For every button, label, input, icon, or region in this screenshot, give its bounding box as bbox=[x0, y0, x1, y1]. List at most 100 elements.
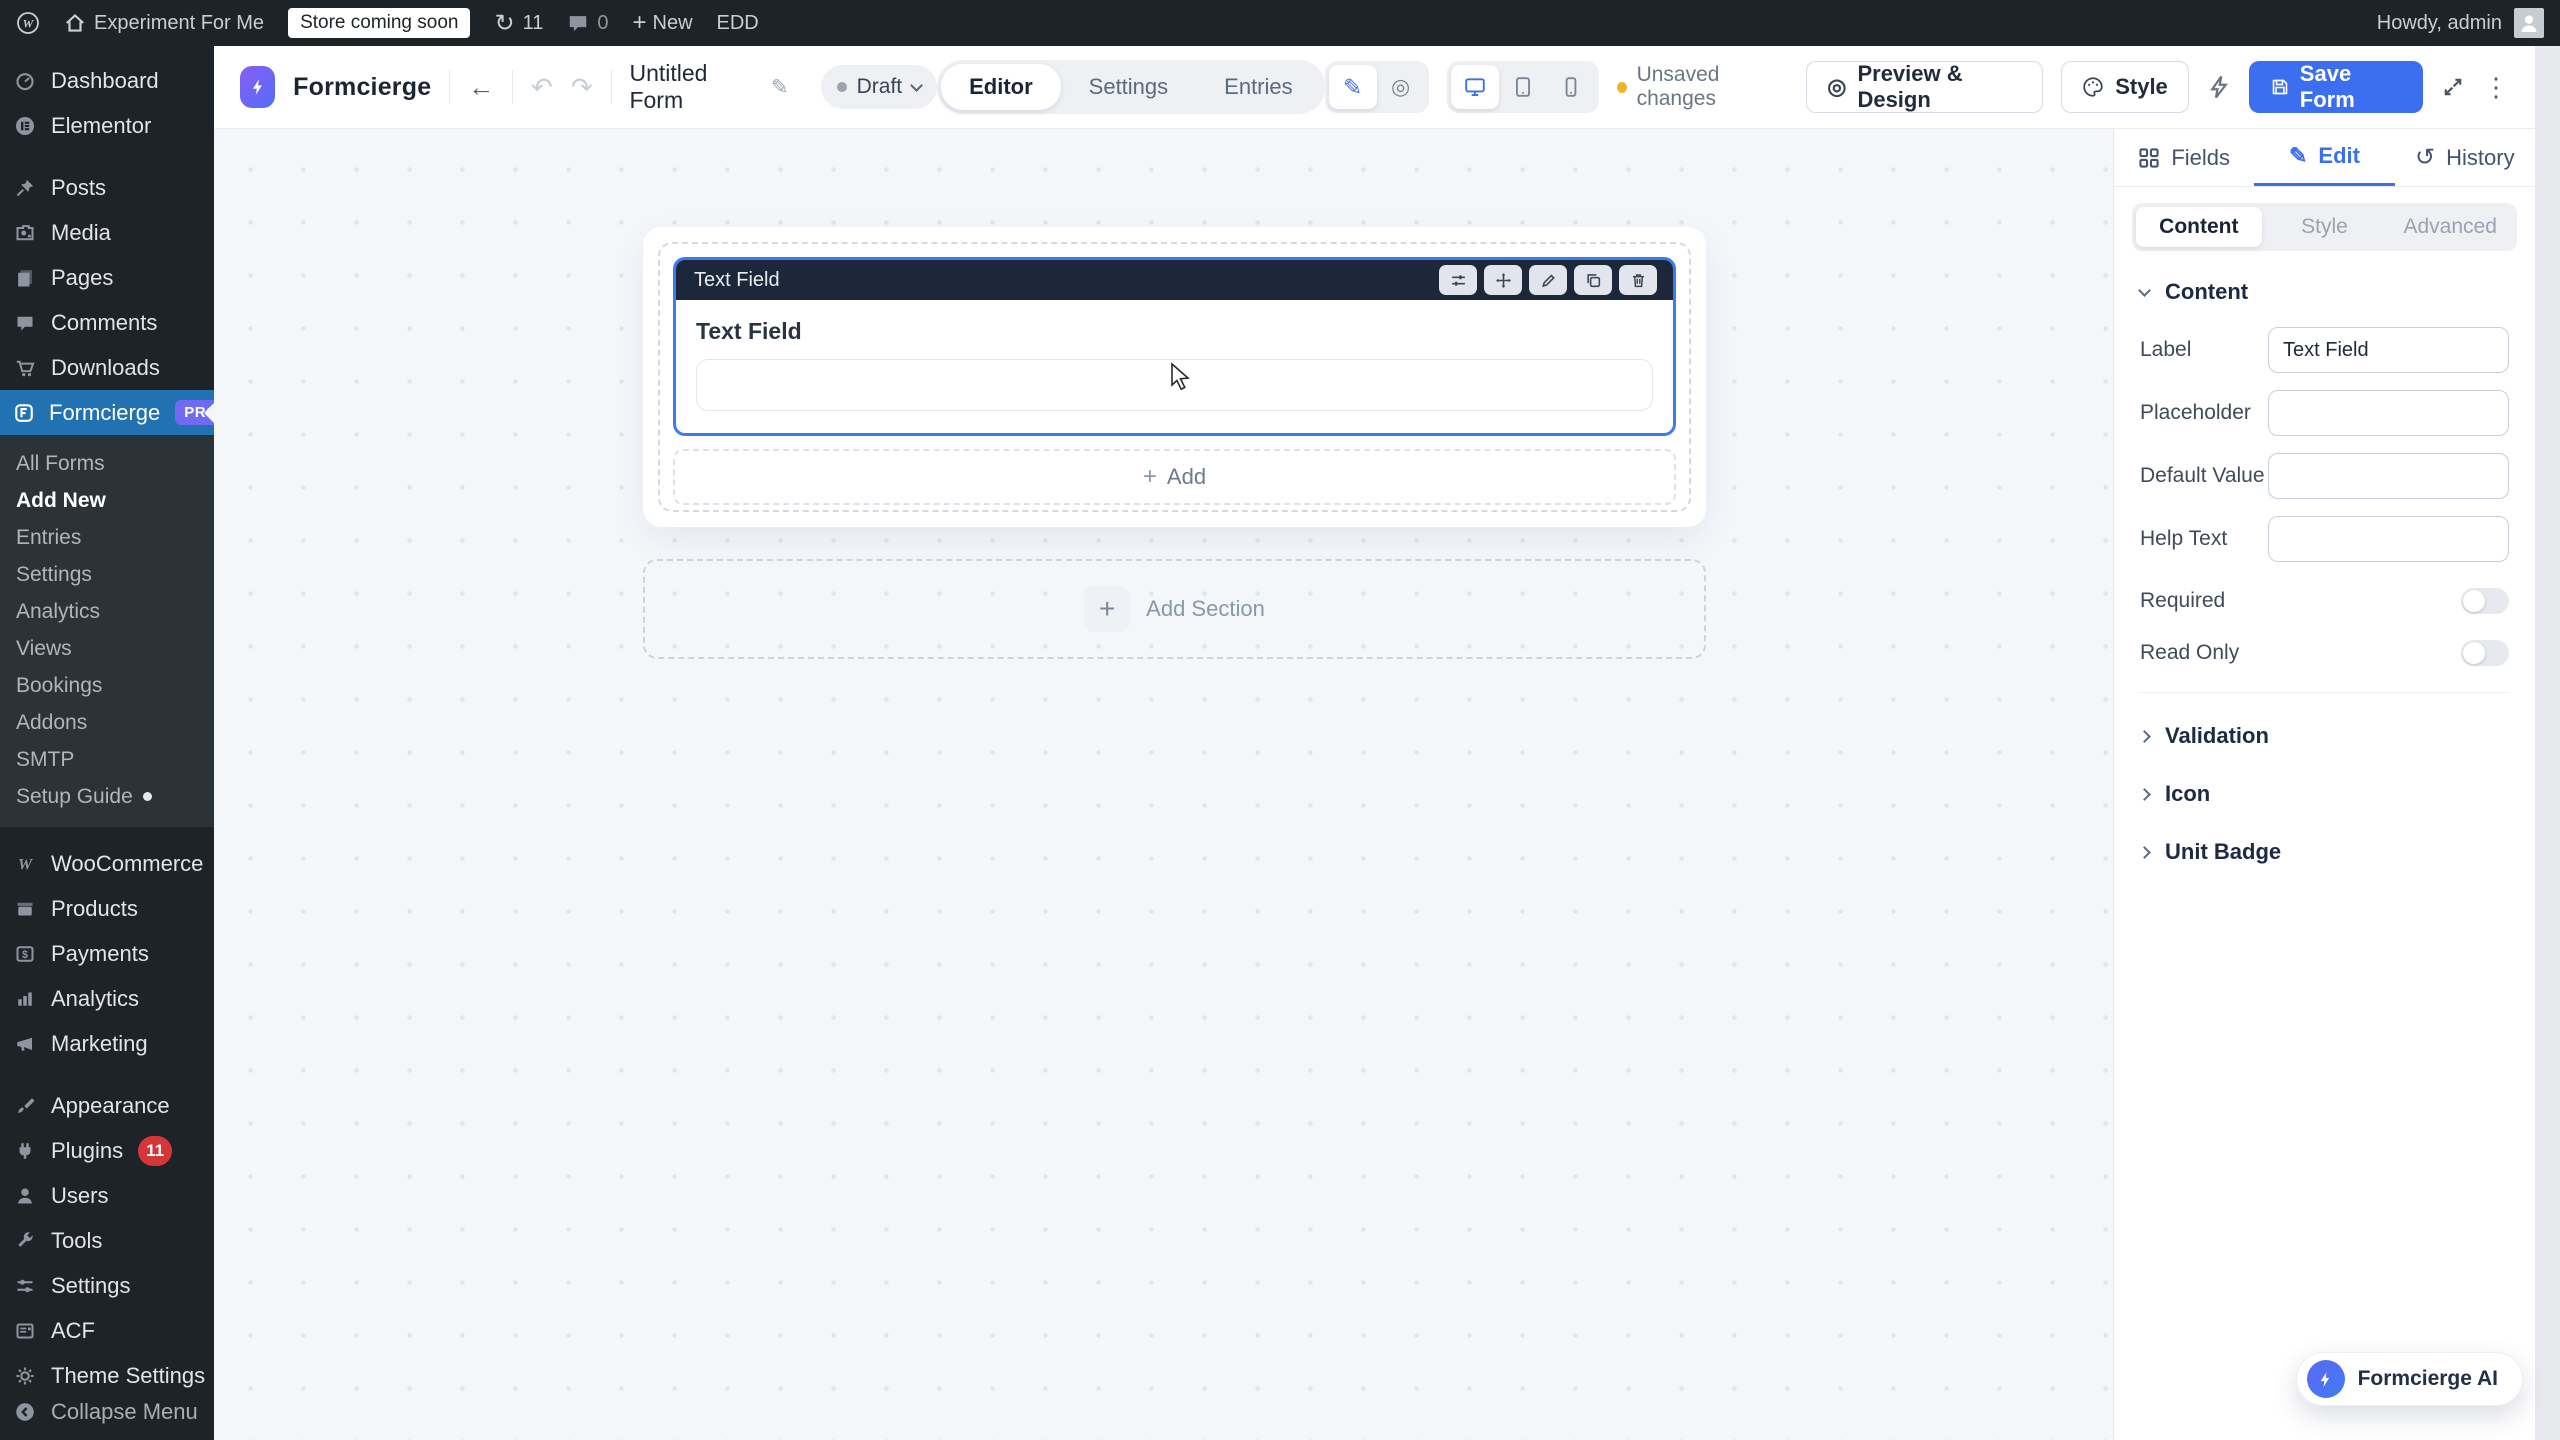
style-button[interactable]: Style bbox=[2061, 61, 2189, 113]
submenu-item-bookings[interactable]: Bookings bbox=[0, 667, 214, 704]
selected-text-field-block[interactable]: Text Field Text Field bbox=[673, 257, 1676, 436]
sidebar-item-settings[interactable]: Settings bbox=[0, 1263, 214, 1308]
field-preview[interactable]: Text Field bbox=[676, 300, 1673, 433]
submenu-item-setup-guide[interactable]: Setup Guide bbox=[0, 778, 214, 815]
comments-menu[interactable]: 0 bbox=[567, 12, 608, 35]
tab-settings[interactable]: Settings bbox=[1061, 64, 1197, 110]
add-field-button[interactable]: + Add bbox=[673, 449, 1676, 505]
sidebar-item-woocommerce[interactable]: W WooCommerce bbox=[0, 841, 214, 886]
site-name-menu[interactable]: Experiment For Me bbox=[64, 12, 264, 35]
validation-section-header[interactable]: Validation bbox=[2140, 711, 2509, 761]
field-delete-button[interactable] bbox=[1619, 265, 1657, 295]
subtab-style[interactable]: Style bbox=[2262, 207, 2388, 247]
panel-tab-edit[interactable]: ✎ Edit bbox=[2254, 129, 2394, 186]
updates-menu[interactable]: ↻ 11 bbox=[494, 9, 543, 38]
redo-button[interactable]: ↷ bbox=[571, 74, 593, 100]
edd-menu[interactable]: EDD bbox=[717, 12, 759, 35]
sidebar-item-products[interactable]: Products bbox=[0, 886, 214, 931]
subtab-advanced[interactable]: Advanced bbox=[2387, 207, 2513, 247]
sidebar-item-appearance[interactable]: Appearance bbox=[0, 1083, 214, 1128]
edd-label: EDD bbox=[717, 12, 759, 35]
submenu-item-add-new[interactable]: Add New bbox=[0, 482, 214, 519]
add-section-label: Add Section bbox=[1146, 596, 1265, 622]
new-menu[interactable]: + New bbox=[632, 11, 692, 35]
content-section-header[interactable]: Content bbox=[2140, 279, 2509, 305]
updates-count: 11 bbox=[523, 12, 544, 35]
sidebar-item-marketing[interactable]: Marketing bbox=[0, 1021, 214, 1066]
submenu-item-entries[interactable]: Entries bbox=[0, 519, 214, 556]
wordpress-logo-icon[interactable]: W bbox=[16, 11, 40, 35]
status-dropdown[interactable]: Draft bbox=[821, 65, 938, 109]
quick-actions-bolt-icon[interactable] bbox=[2207, 75, 2231, 99]
sidebar-item-media[interactable]: Media bbox=[0, 210, 214, 255]
tablet-view-button[interactable] bbox=[1499, 65, 1547, 109]
form-canvas[interactable]: Text Field Text Field + Add bbox=[214, 129, 2112, 1440]
field-preview-input[interactable] bbox=[696, 359, 1653, 411]
plus-icon: + bbox=[1143, 463, 1157, 491]
formcierge-ai-button[interactable]: Formcierge AI bbox=[2296, 1352, 2523, 1406]
sidebar-item-plugins[interactable]: Plugins 11 bbox=[0, 1128, 214, 1173]
sidebar-item-payments[interactable]: $ Payments bbox=[0, 931, 214, 976]
sidebar-item-formcierge[interactable]: Formcierge PRO bbox=[0, 390, 214, 435]
placeholder-input[interactable] bbox=[2268, 390, 2509, 436]
back-button[interactable]: ← bbox=[468, 74, 494, 100]
undo-button[interactable]: ↶ bbox=[531, 74, 553, 100]
field-edit-button[interactable] bbox=[1529, 265, 1567, 295]
comment-bubble-icon bbox=[567, 12, 589, 34]
rename-pencil-icon[interactable]: ✎ bbox=[771, 75, 789, 100]
section-container[interactable]: Text Field Text Field + Add bbox=[658, 242, 1691, 512]
submenu-item-analytics[interactable]: Analytics bbox=[0, 593, 214, 630]
sidebar-item-dashboard[interactable]: Dashboard bbox=[0, 58, 214, 103]
submenu-item-all-forms[interactable]: All Forms bbox=[0, 445, 214, 482]
mobile-view-button[interactable] bbox=[1547, 65, 1595, 109]
save-form-button[interactable]: Save Form bbox=[2249, 61, 2423, 113]
submenu-item-settings[interactable]: Settings bbox=[0, 556, 214, 593]
label-input[interactable] bbox=[2268, 327, 2509, 373]
help-text-input[interactable] bbox=[2268, 516, 2509, 562]
sidebar-item-label: Products bbox=[51, 896, 138, 922]
required-toggle[interactable] bbox=[2461, 588, 2509, 614]
more-menu-icon[interactable]: ⋮ bbox=[2483, 72, 2509, 103]
collapse-menu-button[interactable]: Collapse Menu bbox=[0, 1389, 214, 1434]
sidebar-item-comments[interactable]: Comments bbox=[0, 300, 214, 345]
formcierge-logo bbox=[240, 66, 275, 108]
sidebar-item-tools[interactable]: Tools bbox=[0, 1218, 214, 1263]
tab-entries[interactable]: Entries bbox=[1196, 64, 1320, 110]
subtab-content[interactable]: Content bbox=[2136, 207, 2262, 247]
add-section-button[interactable]: + Add Section bbox=[643, 559, 1706, 659]
howdy-label[interactable]: Howdy, admin bbox=[2377, 12, 2502, 35]
field-duplicate-button[interactable] bbox=[1574, 265, 1612, 295]
fullscreen-icon[interactable] bbox=[2441, 75, 2465, 99]
submenu-label: Views bbox=[16, 637, 72, 661]
field-settings-button[interactable] bbox=[1439, 265, 1477, 295]
desktop-view-button[interactable] bbox=[1451, 65, 1499, 109]
sidebar-item-acf[interactable]: ACF bbox=[0, 1308, 214, 1353]
sidebar-item-downloads[interactable]: Downloads bbox=[0, 345, 214, 390]
tab-editor[interactable]: Editor bbox=[941, 64, 1061, 110]
home-icon bbox=[64, 12, 86, 34]
unit-badge-section-header[interactable]: Unit Badge bbox=[2140, 827, 2509, 877]
edit-mode-button[interactable]: ✎ bbox=[1329, 65, 1377, 109]
page-scrollbar-track[interactable] bbox=[2535, 46, 2560, 1440]
preview-mode-button[interactable]: ◎ bbox=[1377, 65, 1425, 109]
read-only-toggle[interactable] bbox=[2461, 640, 2509, 666]
avatar[interactable] bbox=[2514, 8, 2544, 38]
default-value-input[interactable] bbox=[2268, 453, 2509, 499]
submenu-item-addons[interactable]: Addons bbox=[0, 704, 214, 741]
panel-tab-history[interactable]: ↺ History bbox=[2395, 129, 2535, 186]
panel-tab-fields[interactable]: Fields bbox=[2114, 129, 2254, 186]
icon-section-header[interactable]: Icon bbox=[2140, 769, 2509, 819]
preview-design-button[interactable]: ◎ Preview & Design bbox=[1806, 61, 2043, 113]
sidebar-item-users[interactable]: Users bbox=[0, 1173, 214, 1218]
submenu-label: Entries bbox=[16, 526, 81, 550]
sidebar-item-pages[interactable]: Pages bbox=[0, 255, 214, 300]
sidebar-item-elementor[interactable]: Elementor bbox=[0, 103, 214, 148]
sidebar-item-label: Payments bbox=[51, 941, 149, 967]
submenu-item-smtp[interactable]: SMTP bbox=[0, 741, 214, 778]
sidebar-item-analytics[interactable]: Analytics bbox=[0, 976, 214, 1021]
sidebar-item-posts[interactable]: Posts bbox=[0, 165, 214, 210]
form-title[interactable]: Untitled Form bbox=[629, 60, 745, 114]
grid-icon bbox=[2138, 147, 2160, 169]
submenu-item-views[interactable]: Views bbox=[0, 630, 214, 667]
field-move-button[interactable] bbox=[1484, 265, 1522, 295]
